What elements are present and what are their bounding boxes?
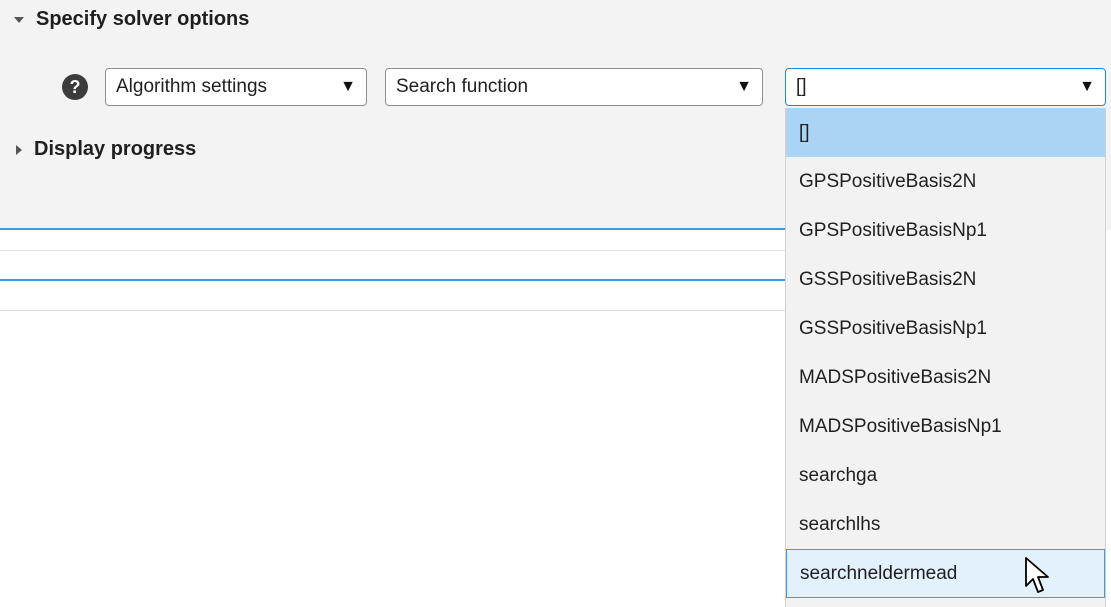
row-band [0, 230, 790, 278]
dropdown-option[interactable]: MADSPositiveBasis2N [786, 353, 1105, 402]
dropdown-option[interactable]: searchlhs [786, 500, 1105, 549]
chevron-right-icon [16, 144, 22, 155]
mouse-cursor-icon [1025, 557, 1049, 593]
dropdown-value: Search function [396, 76, 529, 97]
category-dropdown[interactable]: Algorithm settings ▼ [105, 68, 367, 106]
section-title: Specify solver options [36, 8, 250, 30]
dropdown-option[interactable]: MADSPositiveBasisNp1 [786, 402, 1105, 451]
dropdown-value: [] [796, 76, 807, 97]
option-dropdown[interactable]: Search function ▼ [385, 68, 763, 106]
section-display-progress[interactable]: Display progress [16, 138, 196, 161]
section-specify-solver-options[interactable]: Specify solver options [14, 8, 249, 31]
divider-line [0, 279, 790, 281]
search-function-options-list: [] GPSPositiveBasis2N GPSPositiveBasisNp1 G… [785, 108, 1106, 607]
help-icon[interactable]: ? [62, 74, 88, 100]
dropdown-option[interactable]: searchneldermead [786, 549, 1105, 598]
search-function-value-dropdown[interactable]: [] ▼ [785, 68, 1106, 106]
dropdown-option[interactable]: GSSPositiveBasisNp1 [786, 304, 1105, 353]
divider-line [0, 310, 790, 311]
dropdown-option[interactable]: GSSPositiveBasis2N [786, 255, 1105, 304]
dropdown-arrow-icon: ▼ [1079, 78, 1095, 95]
divider-line [0, 250, 790, 251]
dropdown-option[interactable]: GPSPositiveBasis2N [786, 157, 1105, 206]
dropdown-option[interactable]: [] [786, 108, 1105, 157]
dropdown-value: Algorithm settings [116, 76, 268, 97]
section-title: Display progress [34, 138, 197, 160]
dropdown-option[interactable]: GPSPositiveBasisNp1 [786, 206, 1105, 255]
dropdown-arrow-icon: ▼ [736, 78, 752, 95]
chevron-down-icon [14, 16, 24, 23]
dropdown-arrow-icon: ▼ [340, 78, 356, 95]
dropdown-option[interactable]: searchga [786, 451, 1105, 500]
